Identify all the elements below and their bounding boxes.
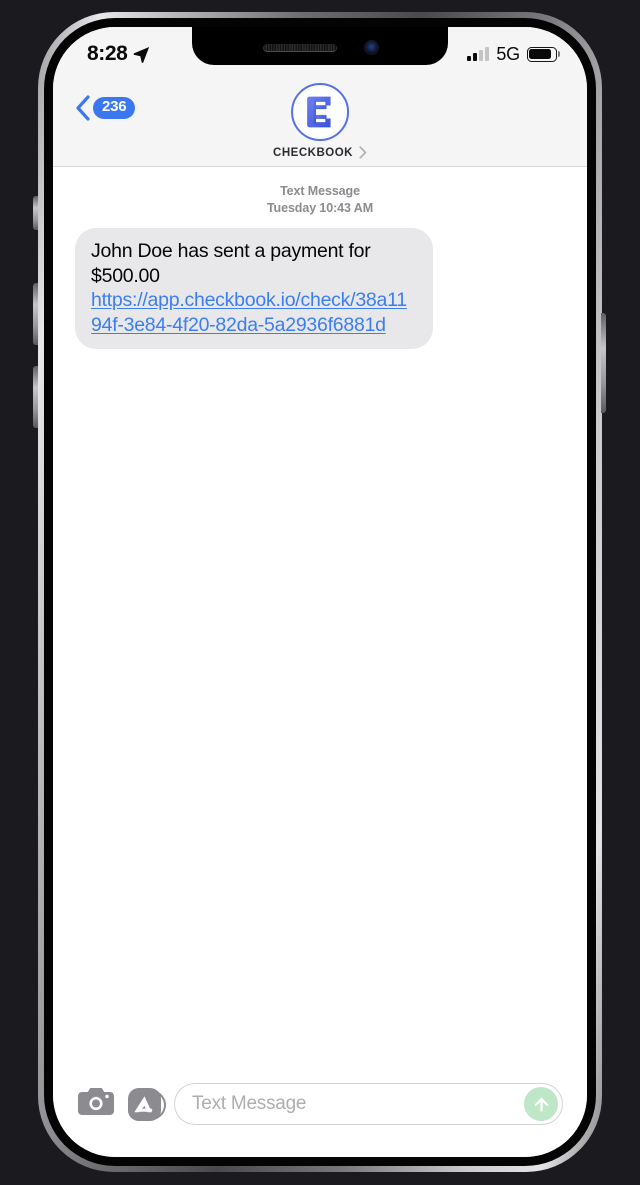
network-type-label: 5G: [496, 43, 520, 64]
service-label: Text Message: [280, 184, 360, 198]
apps-button[interactable]: [128, 1083, 173, 1126]
status-time-group: 8:28: [87, 42, 150, 66]
message-input-bar: [53, 1065, 587, 1157]
camera-button[interactable]: [77, 1086, 115, 1122]
message-timestamp: Text Message Tuesday 10:43 AM: [53, 183, 587, 216]
checkbook-monogram: [307, 96, 331, 128]
silent-switch[interactable]: [33, 196, 38, 230]
volume-down-button[interactable]: [33, 366, 38, 428]
power-button[interactable]: [601, 313, 606, 413]
send-button[interactable]: [524, 1087, 558, 1121]
conversation-header: 236 CHECKBOOK: [53, 75, 587, 167]
message-input-field[interactable]: [174, 1083, 563, 1125]
checkbook-logo-icon: [290, 83, 349, 141]
camera-icon: [78, 1088, 114, 1115]
chevron-left-icon: [76, 95, 90, 121]
status-time: 8:28: [87, 42, 128, 65]
message-list: Text Message Tuesday 10:43 AM John Doe h…: [53, 167, 587, 1065]
location-arrow-icon: [134, 46, 150, 63]
message-row: John Doe has sent a payment for $500.00 …: [53, 228, 587, 350]
contact-name-row: CHECKBOOK: [273, 146, 367, 159]
back-button[interactable]: 236: [75, 95, 136, 121]
contact-info-button[interactable]: CHECKBOOK: [273, 83, 367, 159]
phone-bezel: 8:28 5G 236 CHECKBOOK Text Message Tuesd…: [44, 18, 596, 1166]
status-indicators: 5G: [466, 43, 561, 65]
chevron-right-icon: [359, 146, 367, 159]
phone-screen: 8:28 5G 236 CHECKBOOK Text Message Tuesd…: [53, 27, 587, 1157]
message-bubble-incoming: John Doe has sent a payment for $500.00 …: [75, 228, 433, 350]
arrow-up-icon: [534, 1097, 548, 1111]
notch: [192, 27, 448, 65]
message-text: John Doe has sent a payment for $500.00: [91, 240, 371, 287]
message-input[interactable]: [192, 1093, 518, 1115]
contact-name: CHECKBOOK: [273, 146, 353, 159]
volume-up-button[interactable]: [33, 283, 38, 345]
front-camera-icon: [364, 41, 378, 54]
cellular-signal-icon: [466, 47, 490, 61]
timestamp-value: Tuesday 10:43 AM: [266, 200, 374, 215]
battery-icon: [527, 46, 561, 62]
phone-frame: 8:28 5G 236 CHECKBOOK Text Message Tuesd…: [38, 12, 602, 1172]
unread-count-badge: 236: [93, 97, 136, 119]
message-link[interactable]: https://app.checkbook.io/check/38a1194f-…: [91, 289, 407, 336]
earpiece-speaker-icon: [262, 43, 337, 52]
